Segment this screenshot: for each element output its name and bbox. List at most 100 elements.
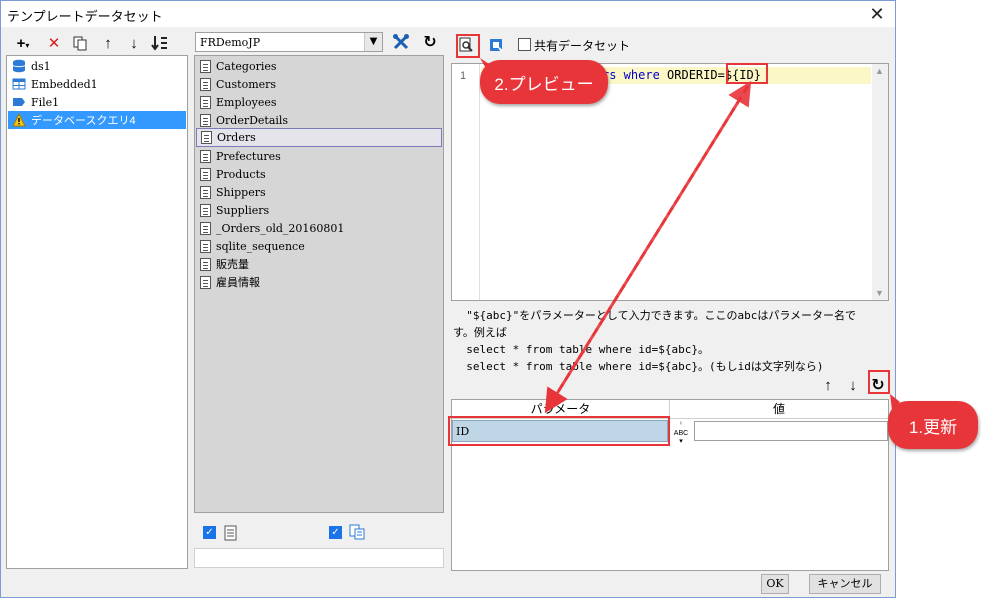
arrow-down-icon: ↓ xyxy=(849,376,857,394)
table-item[interactable]: Suppliers xyxy=(196,201,442,219)
dataset-label: File1 xyxy=(31,95,60,109)
table-item[interactable]: _Orders_old_20160801 xyxy=(196,219,442,237)
table-label: Employees xyxy=(216,95,277,109)
shared-dataset-checkbox[interactable] xyxy=(518,38,531,51)
table-label: 雇員情報 xyxy=(216,277,260,289)
scroll-up-icon: ▲ xyxy=(875,66,884,76)
move-up-button[interactable]: ↑ xyxy=(97,32,119,54)
table-icon xyxy=(200,77,211,91)
database-icon xyxy=(12,59,26,73)
table-item[interactable]: Prefectures xyxy=(196,147,442,165)
dataset-item-embedded1[interactable]: Embedded1 xyxy=(8,75,186,93)
dataset-label: データベースクエリ4 xyxy=(31,115,136,127)
database-select-value: FRDemoJP xyxy=(200,36,261,49)
sql-keyword: rs where xyxy=(602,68,660,82)
copy-dataset-button[interactable] xyxy=(69,32,91,54)
table-item[interactable]: Shippers xyxy=(196,183,442,201)
table-icon xyxy=(200,239,211,253)
table-item[interactable]: Categories xyxy=(196,57,442,75)
param-move-up-button[interactable]: ↑ xyxy=(817,374,839,396)
table-icon xyxy=(200,275,211,289)
parameter-highlight xyxy=(726,63,768,84)
sort-button[interactable] xyxy=(149,32,171,54)
embedded-table-icon xyxy=(12,78,26,90)
table-icon xyxy=(200,149,211,163)
warning-icon xyxy=(12,113,26,127)
table-item[interactable]: Products xyxy=(196,165,442,183)
table-label: 販売量 xyxy=(216,259,249,271)
table-item[interactable]: Employees xyxy=(196,93,442,111)
arrow-up-icon: ↑ xyxy=(824,376,832,394)
table-icon xyxy=(200,167,211,181)
tools-icon xyxy=(393,34,409,50)
table-label: sqlite_sequence xyxy=(216,239,305,253)
close-button[interactable]: ✕ xyxy=(863,2,891,26)
arrow-up-icon: ↑ xyxy=(104,34,112,52)
table-item[interactable]: sqlite_sequence xyxy=(196,237,442,255)
param-row-highlight xyxy=(448,416,670,446)
refresh-highlight xyxy=(868,370,890,394)
table-item[interactable]: 雇員情報 xyxy=(196,273,442,291)
arrow-down-icon: ↓ xyxy=(130,34,138,52)
table-item[interactable]: OrderDetails xyxy=(196,111,442,129)
sort-icon xyxy=(151,36,167,51)
dataset-item-ds1[interactable]: ds1 xyxy=(8,57,186,75)
move-down-button[interactable]: ↓ xyxy=(123,32,145,54)
preview-callout: 2.プレビュー xyxy=(480,60,608,104)
table-label: Orders xyxy=(217,131,256,144)
table-item[interactable]: Customers xyxy=(196,75,442,93)
shared-dataset-label: 共有データセット xyxy=(534,39,631,53)
refresh-icon: ↻ xyxy=(423,34,437,51)
table-item[interactable]: 販売量 xyxy=(196,255,442,273)
dataset-toolbar: +▾ ✕ ↑ ↓ xyxy=(5,31,189,55)
dataset-label: ds1 xyxy=(31,59,51,73)
table-icon xyxy=(200,185,211,199)
table-label: Prefectures xyxy=(216,149,281,163)
table-options: ✓ ✓ xyxy=(194,514,444,568)
parameter-value-input[interactable] xyxy=(694,421,888,441)
template-dataset-dialog: テンプレートデータセット ✕ +▾ ✕ ↑ ↓ ds1 Embedded1 Fi… xyxy=(0,0,896,598)
header-value: 値 xyxy=(772,402,785,416)
editor-scrollbar[interactable]: ▲ ▼ xyxy=(872,64,888,300)
help-line: select * from table where id=${abc}。 xyxy=(453,343,710,356)
table-label: OrderDetails xyxy=(216,113,289,127)
table-label: Shippers xyxy=(216,185,266,199)
table-label: _Orders_old_20160801 xyxy=(216,221,345,235)
add-dataset-button[interactable]: +▾ xyxy=(9,32,37,54)
dataset-label: Embedded1 xyxy=(31,77,98,91)
delete-x-icon: ✕ xyxy=(47,35,61,52)
file-icon xyxy=(13,98,25,106)
help-line: "${abc}"をパラメーターとして入力できます。ここのabcはパラメーター名で xyxy=(453,309,857,322)
copy-icon xyxy=(73,36,87,51)
parameter-help-text: "${abc}"をパラメーターとして入力できます。ここのabcはパラメーター名で… xyxy=(453,307,889,375)
table-item-selected[interactable]: Orders xyxy=(196,128,442,147)
table-filter-input[interactable] xyxy=(194,548,444,568)
table-icon xyxy=(200,113,211,127)
table-label: Products xyxy=(216,167,266,181)
line-number: 1 xyxy=(460,70,467,82)
title-bar: テンプレートデータセット ✕ xyxy=(1,1,895,27)
parameter-type-button[interactable]: ⁱ ABC ▾ xyxy=(670,421,692,446)
table-icon xyxy=(200,257,211,271)
cancel-button[interactable]: キャンセル xyxy=(809,574,881,594)
dataset-item-file1[interactable]: File1 xyxy=(8,93,186,111)
ok-button[interactable]: OK xyxy=(761,574,789,594)
db-refresh-button[interactable]: ↻ xyxy=(419,31,441,53)
table-list: Categories Customers Employees OrderDeta… xyxy=(194,55,444,513)
dataset-item-query4[interactable]: データベースクエリ4 xyxy=(8,111,186,129)
database-select[interactable]: FRDemoJP ▼ xyxy=(195,32,383,52)
show-views-checkbox[interactable]: ✓ xyxy=(329,526,342,539)
table-icon xyxy=(200,221,211,235)
line-gutter: 1 xyxy=(452,64,480,300)
table-icon xyxy=(224,525,237,541)
chevron-down-icon: ▼ xyxy=(364,33,382,51)
table-icon xyxy=(200,203,211,217)
param-move-down-button[interactable]: ↓ xyxy=(842,374,864,396)
db-settings-button[interactable] xyxy=(390,31,412,53)
delete-dataset-button[interactable]: ✕ xyxy=(43,32,65,54)
view-icon xyxy=(349,524,365,540)
query-builder-button[interactable] xyxy=(485,34,507,56)
show-tables-checkbox[interactable]: ✓ xyxy=(203,526,216,539)
close-icon: ✕ xyxy=(869,4,885,24)
table-label: Categories xyxy=(216,59,277,73)
